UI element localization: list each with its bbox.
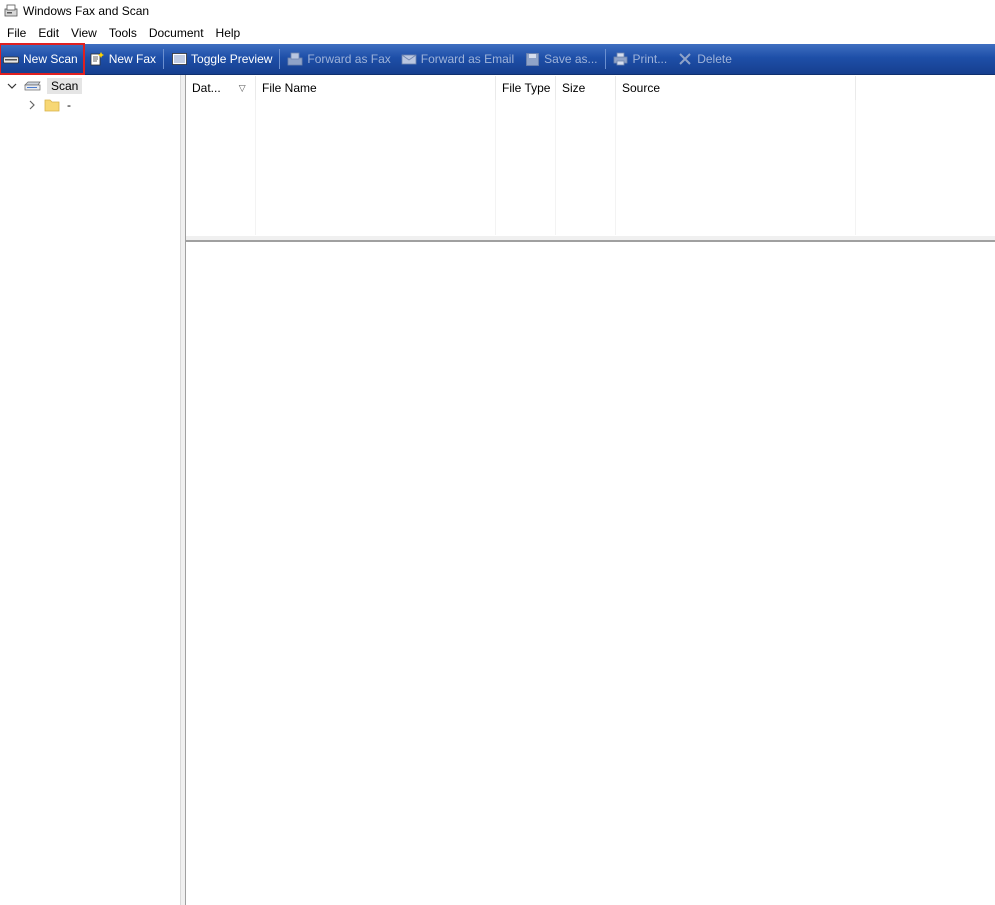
toolbar-separator (604, 49, 606, 69)
column-header-source[interactable]: Source (616, 76, 856, 100)
toolbar: New Scan New Fax Toggle Preview Forward … (0, 43, 995, 75)
chevron-down-icon[interactable] (6, 80, 18, 92)
fax-machine-icon (287, 51, 303, 67)
menu-edit[interactable]: Edit (32, 26, 65, 40)
list-header: Dat... ▽ File Name File Type Size Source (186, 76, 995, 100)
preview-pane (186, 242, 995, 905)
forward-as-fax-label: Forward as Fax (307, 52, 391, 66)
save-disk-icon (524, 51, 540, 67)
print-button[interactable]: Print... (608, 46, 673, 72)
document-list[interactable] (186, 100, 995, 235)
scanner-icon (24, 79, 42, 93)
chevron-right-icon[interactable] (26, 99, 38, 111)
column-header-file-name[interactable]: File Name (256, 76, 496, 100)
tree-node-child[interactable]: - (26, 96, 71, 114)
save-as-button[interactable]: Save as... (519, 46, 602, 72)
column-divider (615, 100, 616, 235)
menu-view[interactable]: View (65, 26, 103, 40)
preview-pane-icon (171, 51, 187, 67)
column-header-file-type[interactable]: File Type (496, 76, 556, 100)
toggle-preview-button[interactable]: Toggle Preview (166, 46, 277, 72)
folder-icon (44, 98, 62, 112)
tree-node-scan-label: Scan (47, 78, 83, 94)
delete-button[interactable]: Delete (672, 46, 737, 72)
forward-as-email-label: Forward as Email (420, 52, 515, 66)
printer-icon (613, 51, 629, 67)
new-fax-button[interactable]: New Fax (84, 46, 161, 72)
toolbar-separator (279, 49, 281, 69)
toggle-preview-label: Toggle Preview (191, 52, 273, 66)
delete-x-icon (677, 51, 693, 67)
column-size-label: Size (562, 81, 586, 95)
column-file-name-label: File Name (262, 81, 317, 95)
column-file-type-label: File Type (502, 81, 551, 95)
menu-help[interactable]: Help (210, 26, 247, 40)
column-source-label: Source (622, 81, 661, 95)
sort-indicator-icon: ▽ (238, 82, 246, 93)
tree-node-child-label: - (67, 98, 71, 112)
column-divider (555, 100, 556, 235)
forward-as-fax-button[interactable]: Forward as Fax (282, 46, 395, 72)
tree-node-scan[interactable]: Scan (6, 77, 83, 95)
menu-document[interactable]: Document (143, 26, 210, 40)
new-scan-button[interactable]: New Scan (0, 43, 85, 75)
title-bar: Windows Fax and Scan (0, 0, 995, 22)
new-fax-icon (89, 51, 105, 67)
menu-file[interactable]: File (0, 26, 32, 40)
menu-bar: File Edit View Tools Document Help (0, 23, 995, 42)
column-divider (255, 100, 256, 235)
column-date-label: Dat... (192, 81, 221, 95)
fax-scanner-icon (4, 4, 18, 18)
delete-label: Delete (697, 52, 732, 66)
new-fax-label: New Fax (108, 52, 157, 66)
column-divider (855, 100, 856, 235)
column-divider (495, 100, 496, 235)
column-header-date[interactable]: Dat... ▽ (186, 76, 256, 100)
save-as-label: Save as... (544, 52, 598, 66)
new-scan-label: New Scan (23, 52, 78, 66)
column-header-size[interactable]: Size (556, 76, 616, 100)
toolbar-separator (163, 49, 165, 69)
forward-as-email-button[interactable]: Forward as Email (396, 46, 519, 72)
window-title: Windows Fax and Scan (23, 4, 150, 18)
email-icon (401, 51, 417, 67)
folder-tree-pane: Scan - (0, 75, 181, 905)
menu-tools[interactable]: Tools (103, 26, 143, 40)
print-label: Print... (632, 52, 668, 66)
scanner-icon (3, 51, 19, 67)
